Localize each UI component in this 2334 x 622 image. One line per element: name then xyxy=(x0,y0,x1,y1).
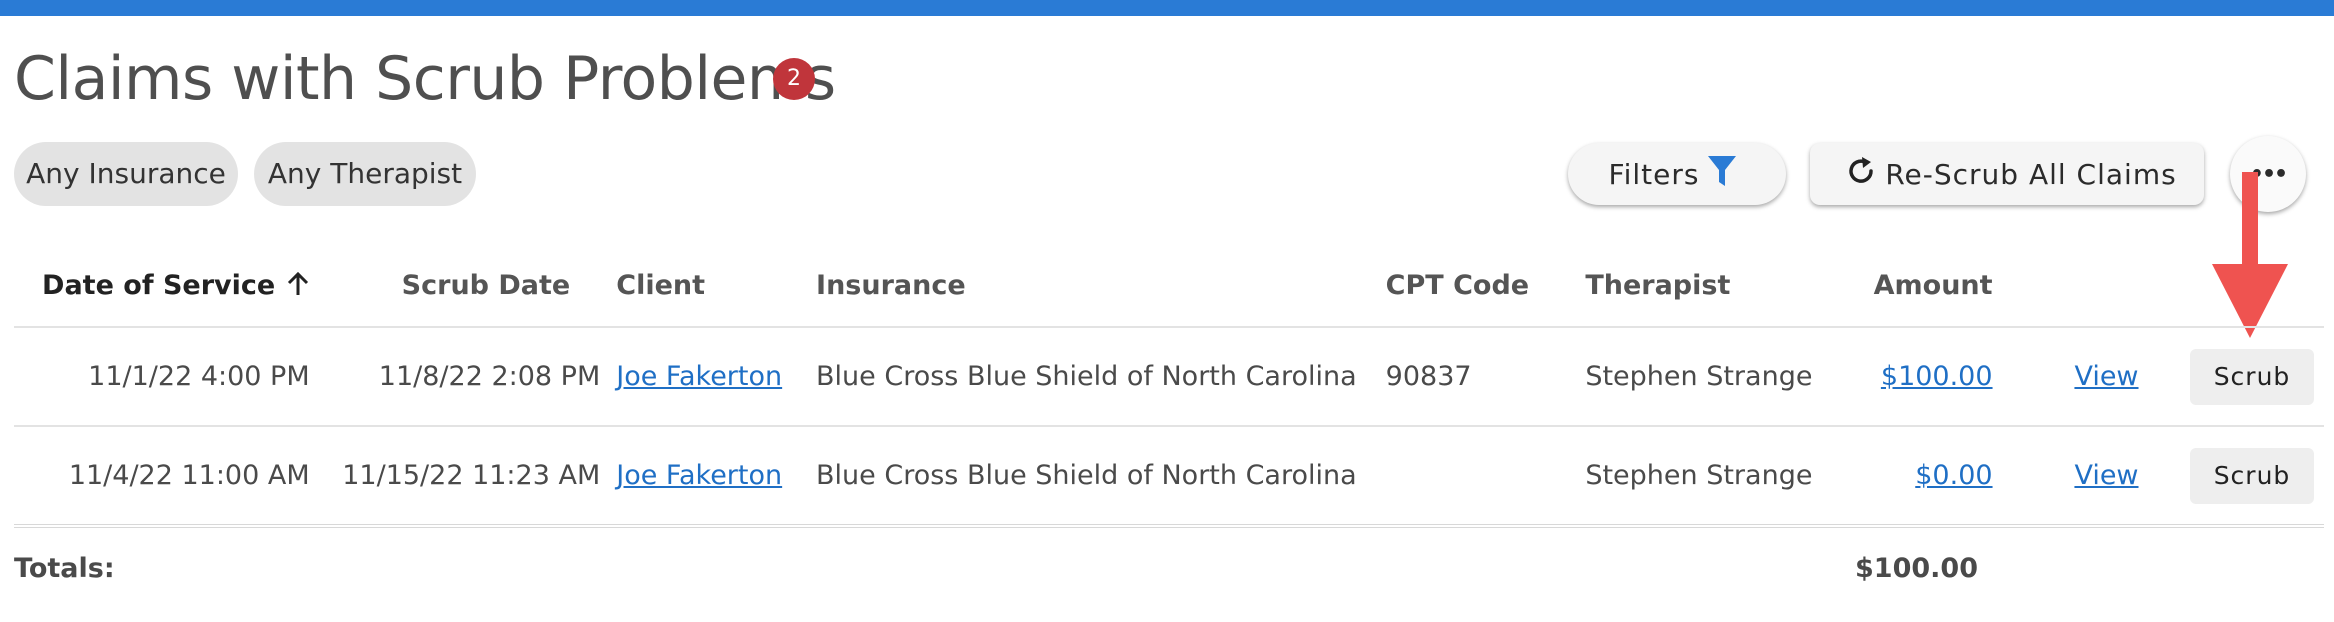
cell-scrub: Scrub xyxy=(2142,326,2324,426)
client-link[interactable]: Joe Fakerton xyxy=(616,460,782,491)
claims-table: Date of Service Scrub Date Client Insura… xyxy=(14,244,2324,528)
refresh-icon xyxy=(1845,155,1877,194)
totals-amount: $100.00 xyxy=(1855,553,1978,584)
col-cpt-code[interactable]: CPT Code xyxy=(1358,244,1558,327)
scrub-button[interactable]: Scrub xyxy=(2190,447,2314,504)
top-accent-bar xyxy=(0,0,2334,16)
rescrub-all-claims-button[interactable]: Re-Scrub All Claims xyxy=(1810,143,2204,205)
col-client[interactable]: Client xyxy=(600,244,800,327)
col-scrub-date[interactable]: Scrub Date xyxy=(312,244,601,327)
table-row: 11/1/22 4:00 PM 11/8/22 2:08 PM Joe Fake… xyxy=(14,326,2324,426)
cell-therapist: Stephen Strange xyxy=(1557,425,1849,528)
rescrub-button-label: Re-Scrub All Claims xyxy=(1885,157,2177,191)
cell-insurance: Blue Cross Blue Shield of North Carolina xyxy=(800,425,1358,528)
view-link[interactable]: View xyxy=(2074,460,2138,491)
cell-cpt-code xyxy=(1357,425,1558,528)
cell-cpt-code: 90837 xyxy=(1357,326,1558,426)
cell-date-of-service: 11/4/22 11:00 AM xyxy=(14,425,312,528)
filters-button[interactable]: Filters xyxy=(1568,143,1786,205)
col-amount[interactable]: Amount xyxy=(1849,244,1994,327)
cell-amount: $100.00 xyxy=(1848,326,1994,426)
cell-scrub-date: 11/15/22 11:23 AM xyxy=(311,425,601,528)
col-therapist[interactable]: Therapist xyxy=(1557,244,1849,327)
col-date-of-service[interactable]: Date of Service xyxy=(14,244,312,327)
cell-amount: $0.00 xyxy=(1848,425,1994,528)
cell-therapist: Stephen Strange xyxy=(1557,326,1849,426)
cell-client: Joe Fakerton xyxy=(600,425,801,528)
problem-count-badge: 2 xyxy=(773,58,815,100)
insurance-filter-chip[interactable]: Any Insurance xyxy=(14,142,238,206)
amount-link[interactable]: $100.00 xyxy=(1881,361,1993,392)
cell-client: Joe Fakerton xyxy=(600,326,801,426)
funnel-icon xyxy=(1707,154,1737,195)
col-insurance[interactable]: Insurance xyxy=(800,244,1358,327)
table-header-row: Date of Service Scrub Date Client Insura… xyxy=(14,244,2324,327)
cell-scrub: Scrub xyxy=(2142,425,2324,528)
totals-label: Totals: xyxy=(14,553,115,584)
cell-view: View xyxy=(1993,425,2143,528)
filters-button-label: Filters xyxy=(1608,157,1700,191)
arrow-up-icon xyxy=(285,270,311,301)
amount-link[interactable]: $0.00 xyxy=(1915,460,1992,491)
col-view xyxy=(1994,244,2143,327)
cell-date-of-service: 11/1/22 4:00 PM xyxy=(14,326,312,426)
page-title: Claims with Scrub Problems xyxy=(14,44,836,114)
cell-view: View xyxy=(1993,326,2143,426)
cell-insurance: Blue Cross Blue Shield of North Carolina xyxy=(800,326,1358,426)
therapist-filter-chip[interactable]: Any Therapist xyxy=(254,142,476,206)
cell-scrub-date: 11/8/22 2:08 PM xyxy=(311,326,601,426)
client-link[interactable]: Joe Fakerton xyxy=(616,361,782,392)
view-link[interactable]: View xyxy=(2074,361,2138,392)
table-row: 11/4/22 11:00 AM 11/15/22 11:23 AM Joe F… xyxy=(14,425,2324,528)
col-scrub xyxy=(2143,244,2324,327)
scrub-button[interactable]: Scrub xyxy=(2190,348,2314,405)
